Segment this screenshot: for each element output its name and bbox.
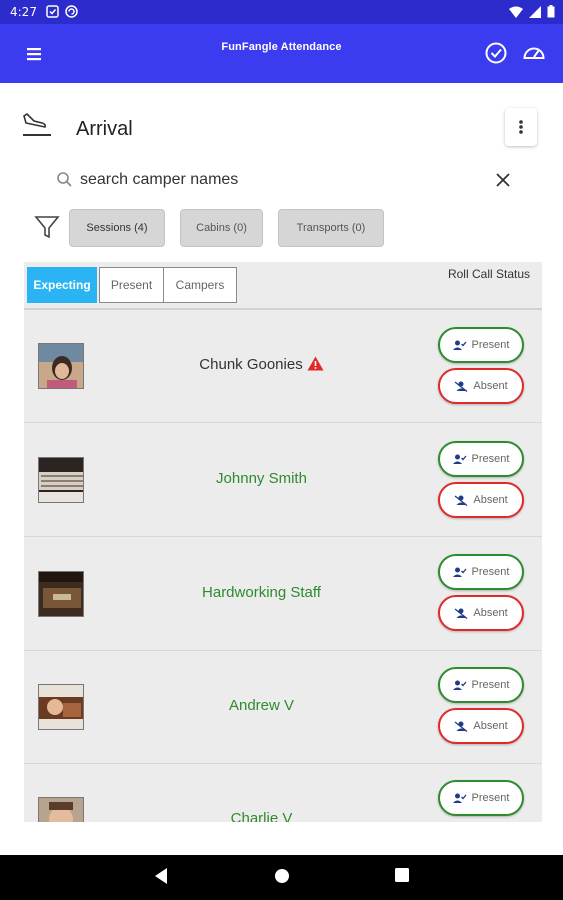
camper-name[interactable]: Hardworking Staff (124, 584, 399, 601)
present-button[interactable]: Present (438, 327, 524, 363)
overflow-menu-button[interactable] (505, 108, 537, 146)
absent-button[interactable]: Absent (438, 482, 524, 518)
camper-name[interactable]: Charlie V (124, 810, 399, 822)
camper-name[interactable]: Johnny Smith (124, 470, 399, 487)
camper-photo (38, 343, 84, 389)
person-check-icon (452, 793, 467, 803)
system-nav-bar (0, 855, 563, 900)
warning-icon (307, 356, 324, 371)
filter-icon[interactable] (34, 214, 60, 240)
present-button[interactable]: Present (438, 780, 524, 816)
recents-icon[interactable] (394, 867, 410, 883)
more-vertical-icon (519, 120, 523, 134)
cell-signal-icon (529, 5, 541, 18)
absent-button-label: Absent (473, 494, 508, 506)
tab-campers[interactable]: Campers (163, 267, 237, 303)
person-check-icon (452, 680, 467, 690)
roll-call-panel: Expecting Present Campers Roll Call Stat… (24, 262, 542, 822)
present-button-label: Present (471, 339, 510, 351)
present-button-label: Present (471, 679, 510, 691)
present-button[interactable]: Present (438, 667, 524, 703)
absent-button[interactable]: Absent (438, 595, 524, 631)
camper-photo (38, 797, 84, 822)
wifi-icon (509, 6, 523, 18)
app-title: FunFangle Attendance (221, 41, 342, 53)
tab-expecting[interactable]: Expecting (27, 267, 97, 303)
camper-photo (38, 684, 84, 730)
camper-name[interactable]: Chunk Goonies (124, 356, 399, 373)
back-icon[interactable] (153, 867, 169, 885)
page-title: Arrival (76, 118, 133, 140)
search-input[interactable] (80, 167, 480, 193)
absent-button[interactable]: Absent (438, 708, 524, 744)
camper-name[interactable]: Andrew V (124, 697, 399, 714)
close-icon[interactable] (492, 169, 514, 191)
present-button-label: Present (471, 453, 510, 465)
absent-button-label: Absent (473, 607, 508, 619)
present-button-label: Present (471, 792, 510, 804)
absent-button[interactable]: Absent (438, 368, 524, 404)
search-icon (57, 172, 72, 187)
section-header: Arrival (0, 100, 563, 160)
roll-call-status-header: Roll Call Status (447, 267, 530, 281)
status-bar: 4:27 (0, 0, 563, 24)
transports-filter-chip[interactable]: Transports (0) (278, 209, 384, 247)
camper-photo (38, 571, 84, 617)
person-off-icon (454, 720, 468, 732)
present-button[interactable]: Present (438, 554, 524, 590)
camper-photo (38, 457, 84, 503)
sync-circle-icon (65, 5, 78, 18)
airplane-arrival-icon (23, 112, 51, 136)
present-button[interactable]: Present (438, 441, 524, 477)
tab-present[interactable]: Present (99, 267, 164, 303)
status-time: 4:27 (10, 5, 37, 19)
search-bar (56, 164, 526, 196)
cabins-filter-chip[interactable]: Cabins (0) (180, 209, 263, 247)
view-tabs: Expecting Present Campers (27, 267, 237, 303)
camper-name-text: Chunk Goonies (199, 356, 303, 373)
absent-button-label: Absent (473, 720, 508, 732)
check-circle-icon[interactable] (483, 40, 509, 66)
person-check-icon (452, 340, 467, 350)
person-check-icon (452, 567, 467, 577)
person-off-icon (454, 607, 468, 619)
person-check-icon (452, 454, 467, 464)
speedometer-icon[interactable] (521, 40, 547, 66)
notification-square-icon (46, 5, 59, 18)
app-bar: FunFangle Attendance (0, 24, 563, 83)
home-icon[interactable] (273, 867, 291, 885)
present-button-label: Present (471, 566, 510, 578)
person-off-icon (454, 494, 468, 506)
sessions-filter-chip[interactable]: Sessions (4) (69, 209, 165, 247)
battery-icon (547, 5, 555, 18)
person-off-icon (454, 380, 468, 392)
absent-button-label: Absent (473, 380, 508, 392)
